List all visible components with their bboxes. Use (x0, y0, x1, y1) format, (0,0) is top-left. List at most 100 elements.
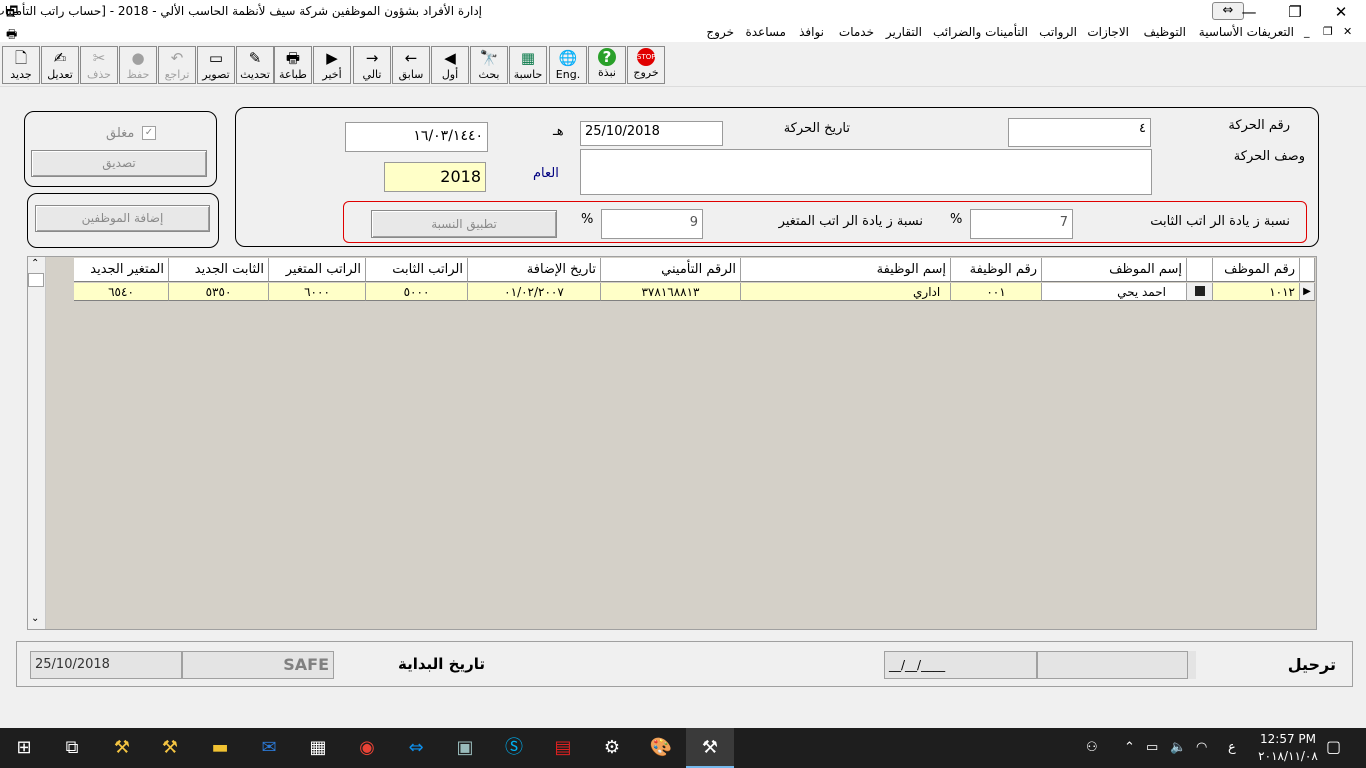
grid-cell-added_date[interactable]: ٠١/٠٢/٢٠٠٧ (468, 283, 601, 301)
paint-icon[interactable]: 🎨 (637, 728, 685, 768)
menu-windows[interactable]: نوافذ (799, 25, 824, 39)
calculator-app-icon[interactable]: ▦ (294, 728, 342, 768)
grid-header-1[interactable] (1187, 258, 1213, 282)
task-view-icon[interactable]: ⧉ (48, 728, 96, 768)
grid-header-4[interactable]: إسم الوظيفة (741, 258, 951, 282)
close-button[interactable]: ✕ (1318, 0, 1364, 24)
post-field[interactable] (1037, 651, 1188, 679)
grid-cell-job_name[interactable]: اداري (741, 283, 951, 301)
scroll-down-icon[interactable]: ⌄ (31, 613, 39, 624)
grid-header-6[interactable]: تاريخ الإضافة (468, 258, 601, 282)
grid-cell-emp_no[interactable]: ١٠١٢ (1213, 283, 1300, 301)
grid-header-3[interactable]: رقم الوظيفة (951, 258, 1042, 282)
grid-header-8[interactable]: الراتب المتغير (269, 258, 366, 282)
description-field[interactable] (580, 149, 1152, 195)
teamviewer-icon[interactable]: ⇔ (392, 728, 440, 768)
scroll-up-icon[interactable]: ⌃ (31, 258, 39, 269)
clock-date[interactable]: ٢٠١٨/١١/٠٨ (1257, 749, 1319, 763)
active-app-icon[interactable]: ⚒ (686, 728, 734, 768)
skype-icon[interactable]: Ⓢ (490, 728, 538, 768)
menu-reports[interactable]: التقارير (886, 25, 922, 39)
toolbar-button-6[interactable]: ← سابق (392, 46, 430, 84)
post-date-field[interactable]: __/__/____ (884, 651, 1037, 679)
toolbar-button-10[interactable]: ✎ تحديث (236, 46, 274, 84)
menu-insurance-taxes[interactable]: التأمينات والضرائب (933, 25, 1028, 39)
menu-exit[interactable]: خروج (706, 25, 734, 39)
grid-cell-insurance_no[interactable]: ٣٧٨١٦٨٨١٣ (601, 283, 741, 301)
toolbar-button-7[interactable]: → تالي (353, 46, 391, 84)
binoculars-icon: 🔭 (479, 49, 499, 67)
mdi-close-button[interactable]: ✕ (1343, 25, 1352, 38)
grid-header-0[interactable]: رقم الموظف (1213, 258, 1300, 282)
toolbar-button-1[interactable]: ? نبذة (588, 46, 626, 84)
clock-time[interactable]: 12:57 PM (1257, 732, 1319, 746)
menu-basic-definitions[interactable]: التعريفات الأساسية (1199, 25, 1294, 39)
mdi-icon[interactable]: 🖶 (6, 25, 17, 46)
movement-date-field[interactable]: 25/10/2018 (580, 121, 723, 146)
row-indicator-icon[interactable]: ▶ (1300, 283, 1315, 301)
wifi-icon[interactable]: ◠ (1196, 740, 1207, 755)
volume-icon[interactable]: 🔈 (1170, 740, 1186, 755)
file-explorer-icon[interactable]: ▬ (196, 728, 244, 768)
toolbar-button-2[interactable]: 🌐 Eng. (549, 46, 587, 84)
notifications-icon[interactable]: ▢ (1326, 737, 1341, 756)
mdi-restore-button[interactable]: ❐ (1323, 25, 1333, 38)
toolbar-button-4[interactable]: 🔭 بحث (470, 46, 508, 84)
toolbar-button-5[interactable]: ◀ أول (431, 46, 469, 84)
grid-cell-job_no[interactable]: ٠٠١ (951, 283, 1042, 301)
grid-header-2[interactable]: إسم الموظف (1042, 258, 1187, 282)
menu-leaves[interactable]: الاجازات (1087, 25, 1129, 39)
toolbar-label: بحث (478, 68, 500, 81)
battery-icon[interactable]: ▭ (1146, 740, 1158, 755)
closed-checkbox[interactable]: ✓ (142, 126, 156, 140)
toolbar-button-11[interactable]: ▭ تصوير (197, 46, 235, 84)
grid-cell-fixed_salary[interactable]: ٥٠٠٠ (366, 283, 468, 301)
grid-header-5[interactable]: الرقم التأميني (601, 258, 741, 282)
toolbar-button-13[interactable]: ● حفظ (119, 46, 157, 84)
grid-cell-emp_name[interactable]: احمد يحي (1042, 283, 1187, 301)
chrome-icon[interactable]: ◉ (343, 728, 391, 768)
toolbar-button-8[interactable]: ▶ أخير (313, 46, 351, 84)
employee-lookup-icon[interactable] (1187, 283, 1213, 301)
toolbar-button-15[interactable]: ✍ تعديل (41, 46, 79, 84)
confirm-button[interactable]: تصديق (31, 150, 207, 177)
toolbar-button-0[interactable]: STOP خروج (627, 46, 665, 84)
toolbar-button-16[interactable]: 🗋 جديد (2, 46, 40, 84)
toolbar-button-9[interactable]: 🖶 طباعة (274, 46, 312, 84)
variable-pct-field[interactable]: 9 (601, 209, 703, 239)
grid-scrollbar[interactable]: ⌃ ⌄ (28, 257, 46, 629)
menu-services[interactable]: خدمات (839, 25, 874, 39)
add-employees-button[interactable]: إضافة الموظفين (35, 205, 210, 232)
hijri-date-field[interactable]: ١٦/٠٣/١٤٤٠ (345, 122, 488, 152)
grid-header-9[interactable]: الثابت الجديد (169, 258, 269, 282)
people-icon[interactable]: ⚇ (1086, 740, 1098, 755)
grid-cell-new_fixed[interactable]: ٥٣٥٠ (169, 283, 269, 301)
grid-header-7[interactable]: الراتب الثابت (366, 258, 468, 282)
settings-icon[interactable]: ⚙ (588, 728, 636, 768)
app-tools-2-icon[interactable]: ⚒ (146, 728, 194, 768)
menu-hiring[interactable]: التوظيف (1144, 25, 1186, 39)
windows-start-icon[interactable]: ⊞ (0, 728, 48, 768)
language-indicator[interactable]: ع (1228, 740, 1236, 755)
outlook-icon[interactable]: ✉ (245, 728, 293, 768)
pdf-reader-icon[interactable]: ▤ (539, 728, 587, 768)
grid-cell-new_variable[interactable]: ٦٥٤٠ (74, 283, 169, 301)
tray-chevron-icon[interactable]: ⌃ (1124, 740, 1135, 755)
fixed-pct-field[interactable]: 7 (970, 209, 1073, 239)
apply-pct-button[interactable]: تطبيق النسبة (371, 210, 557, 238)
restore-button[interactable]: ❐ (1272, 0, 1318, 24)
movement-no-field[interactable]: ٤ (1008, 118, 1151, 147)
app-tools-icon[interactable]: ⚒ (98, 728, 146, 768)
scroll-thumb[interactable] (28, 273, 44, 287)
year-field[interactable]: 2018 (384, 162, 486, 192)
minimize-button[interactable]: — (1226, 0, 1272, 24)
toolbar-button-3[interactable]: ▦ حاسبة (509, 46, 547, 84)
toolbar-button-12[interactable]: ↶ تراجع (158, 46, 196, 84)
grid-cell-variable_salary[interactable]: ٦٠٠٠ (269, 283, 366, 301)
menu-salaries[interactable]: الرواتب (1039, 25, 1077, 39)
menu-help[interactable]: مساعدة (745, 25, 786, 39)
mdi-minimize-button[interactable]: _ (1304, 25, 1310, 38)
network-app-icon[interactable]: ▣ (441, 728, 489, 768)
grid-header-10[interactable]: المتغير الجديد (74, 258, 169, 282)
toolbar-button-14[interactable]: ✂ حذف (80, 46, 118, 84)
